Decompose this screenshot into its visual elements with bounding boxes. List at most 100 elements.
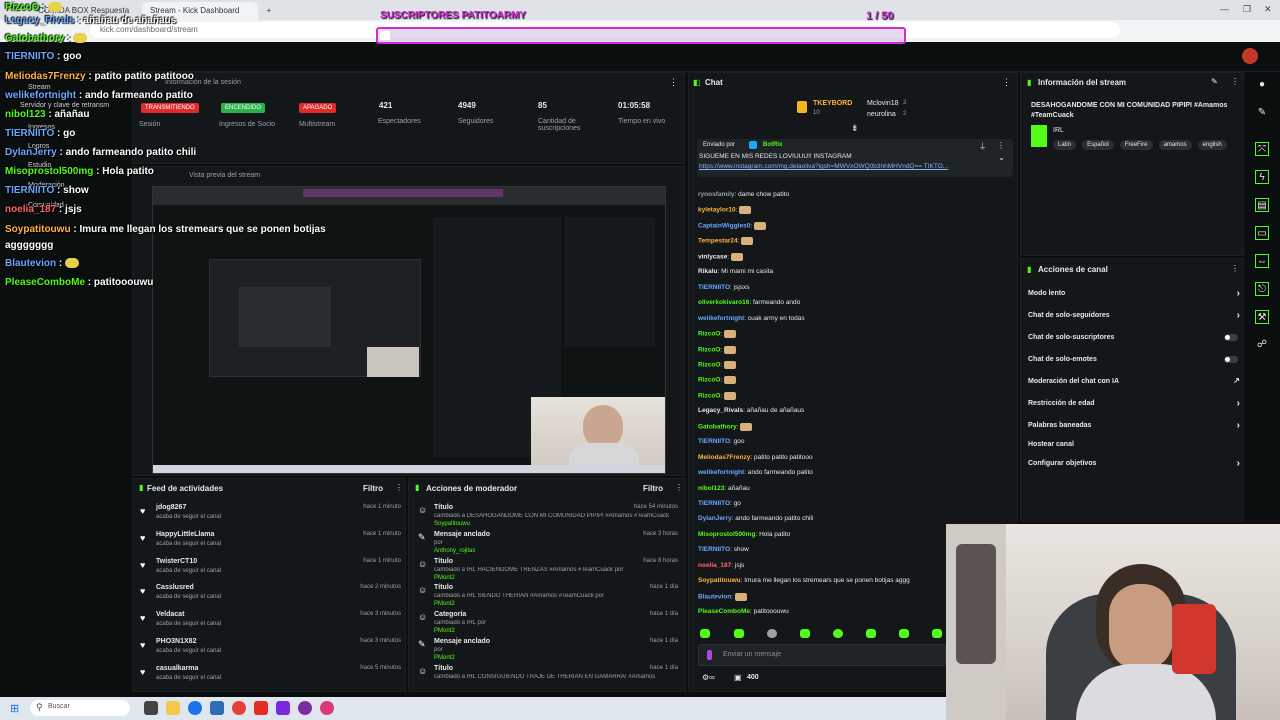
mod-action-by[interactable]: PMont2	[434, 655, 455, 661]
comment-icon[interactable]: ▭	[1255, 226, 1269, 240]
chat-username[interactable]: oliverkokivaro16	[698, 299, 749, 306]
chat-input[interactable]: Enviar un mensaje	[698, 644, 946, 666]
chat-username[interactable]: DylanJerry	[698, 515, 732, 522]
chat-username[interactable]: TIERNIITO	[698, 500, 730, 507]
chat-username[interactable]: RizcoO	[698, 346, 720, 353]
bolt-icon[interactable]: ϟ	[1255, 170, 1269, 184]
channel-action-item[interactable]: Hostear canal	[1028, 441, 1240, 448]
pinned-link[interactable]: https://www.instagram.com/mg.delaoliva?i…	[699, 163, 948, 170]
emote-7-icon[interactable]	[899, 629, 909, 638]
channel-action-item[interactable]: Moderación del chat con IA ↗	[1028, 376, 1240, 385]
leaderboard-toggle-icon[interactable]: ⇟	[851, 123, 859, 134]
chat-username[interactable]: CaptainWiggles0	[698, 223, 750, 230]
channel-action-item[interactable]: Restricción de edad ›	[1028, 398, 1240, 409]
emote-picker-icon[interactable]	[707, 650, 712, 660]
mod-action-by[interactable]: PMont2	[434, 601, 455, 607]
channel-action-item[interactable]: Chat de solo-emotes	[1028, 356, 1240, 363]
nav-stream-key[interactable]: Servidor y clave de retransm	[20, 102, 109, 109]
expand-icon[interactable]: ⤧	[1255, 142, 1269, 156]
file-explorer-icon[interactable]	[166, 701, 180, 715]
chat-username[interactable]: TIERNIITO	[698, 546, 730, 553]
mod-action-by[interactable]: PMont2	[434, 575, 455, 581]
app-icon[interactable]	[276, 701, 290, 715]
chat-username[interactable]: Gatobathory	[698, 423, 737, 430]
channel-actions-more-icon[interactable]: ⋮	[1231, 264, 1239, 273]
more-icon[interactable]: ⋮	[669, 77, 678, 88]
mod-action-by[interactable]: Soypatitouwu	[434, 521, 470, 527]
feed-item-name[interactable]: PHO3N1X82	[156, 638, 196, 645]
activity-more-icon[interactable]: ⋮	[395, 483, 403, 492]
channel-action-item[interactable]: Chat de solo-seguidores ›	[1028, 310, 1240, 321]
stream-info-more-icon[interactable]: ⋮	[1231, 77, 1239, 86]
edit-icon[interactable]: ✎	[1211, 77, 1218, 86]
mod-action-by[interactable]: Anthony_rojitas	[434, 548, 475, 554]
tag-espanol[interactable]: Español	[1082, 140, 1114, 150]
minimize-button[interactable]: —	[1220, 4, 1229, 14]
channel-action-item[interactable]: Configurar objetivos ›	[1028, 458, 1240, 469]
edge-icon[interactable]	[188, 701, 202, 715]
mod-action-by[interactable]: PMont2	[434, 628, 455, 634]
app-2-icon[interactable]	[320, 701, 334, 715]
emote-8-icon[interactable]	[932, 629, 942, 638]
close-window-button[interactable]: ✕	[1264, 4, 1272, 15]
channel-action-item[interactable]: Palabras baneadas ›	[1028, 420, 1240, 431]
taskbar-search[interactable]: ⚲ Buscar	[30, 700, 130, 716]
chat-username[interactable]: RizcoO	[698, 331, 720, 338]
people-icon[interactable]: ☍	[1255, 338, 1269, 352]
chat-username[interactable]: TIERNIITO	[698, 438, 730, 445]
feed-item-name[interactable]: TwisterCT10	[156, 558, 197, 565]
pin-icon[interactable]: ⍊	[980, 141, 985, 151]
chat-username[interactable]: RizcoO	[698, 362, 720, 369]
settings-icon[interactable]: ⚙︎∞	[702, 673, 715, 682]
feed-item-name[interactable]: Veldacat	[156, 611, 184, 618]
channel-action-item[interactable]: Modo lento ›	[1028, 288, 1240, 299]
youtube-icon[interactable]	[254, 701, 268, 715]
activity-filter-button[interactable]: Filtro	[363, 484, 383, 493]
chat-username[interactable]: welikefortnight	[698, 315, 744, 322]
chat-username[interactable]: Meliodas7Frenzy	[698, 454, 750, 461]
tag-latin[interactable]: Latin	[1053, 140, 1077, 150]
pinned-collapse-icon[interactable]: ⌄	[998, 153, 1005, 162]
task-view-icon[interactable]	[144, 701, 158, 715]
chat-more-icon[interactable]: ⋮	[1002, 77, 1011, 88]
chat-username[interactable]: RizcoO	[698, 393, 720, 400]
chat-username[interactable]: Soypatitouwu	[698, 577, 741, 584]
chat-username[interactable]: nibol123	[698, 485, 724, 492]
chat-username[interactable]: kyletaylor10	[698, 207, 736, 214]
emote-4-icon[interactable]	[800, 629, 810, 638]
tag-amamos[interactable]: amamos	[1158, 140, 1192, 150]
chat-username[interactable]: RizcoO	[698, 377, 720, 384]
chat-username[interactable]: noelia_187	[698, 562, 731, 569]
emote-2-icon[interactable]	[734, 629, 744, 638]
feed-item-name[interactable]: HappyLittleLlama	[156, 531, 214, 538]
chat-username[interactable]: welikefortnight	[698, 469, 744, 476]
emote-1-icon[interactable]	[700, 629, 710, 638]
emote-5-icon[interactable]	[833, 629, 843, 638]
channel-action-item[interactable]: Chat de solo-suscriptores	[1028, 334, 1240, 341]
chat-username[interactable]: Tempestar24	[698, 238, 738, 245]
emote-6-icon[interactable]	[866, 629, 876, 638]
chat-username[interactable]: vinlycase	[698, 254, 727, 261]
chat-username[interactable]: Legacy_Rivals	[698, 407, 743, 414]
document-icon[interactable]: ▤	[1255, 198, 1269, 212]
pencil-icon[interactable]: ✎	[1255, 106, 1269, 120]
chat-username[interactable]: rynosfamily	[698, 191, 735, 198]
mod-filter-button[interactable]: Filtro	[643, 484, 663, 493]
wrench-icon[interactable]: ⚒	[1255, 310, 1269, 324]
chat-username[interactable]: Rikalu	[698, 268, 718, 275]
windows-start-icon[interactable]: ⊞	[10, 702, 19, 715]
obs-icon[interactable]	[298, 701, 312, 715]
maximize-button[interactable]: ❐	[1243, 4, 1251, 15]
feed-item-name[interactable]: Casslusred	[156, 584, 194, 591]
toggle-switch[interactable]	[1224, 356, 1238, 363]
store-icon[interactable]	[210, 701, 224, 715]
pinned-more-icon[interactable]: ⋮	[997, 141, 1005, 150]
chrome-icon[interactable]	[232, 701, 246, 715]
code-icon[interactable]: ⇔	[1255, 254, 1269, 268]
feed-item-name[interactable]: jdog8267	[156, 504, 186, 511]
new-tab-button[interactable]: +	[262, 2, 276, 20]
chat-username[interactable]: PleaseComboMe	[698, 608, 750, 615]
avatar[interactable]	[1242, 48, 1258, 64]
chat-username[interactable]: TIERNIITO	[698, 284, 730, 291]
mod-more-icon[interactable]: ⋮	[675, 483, 683, 492]
